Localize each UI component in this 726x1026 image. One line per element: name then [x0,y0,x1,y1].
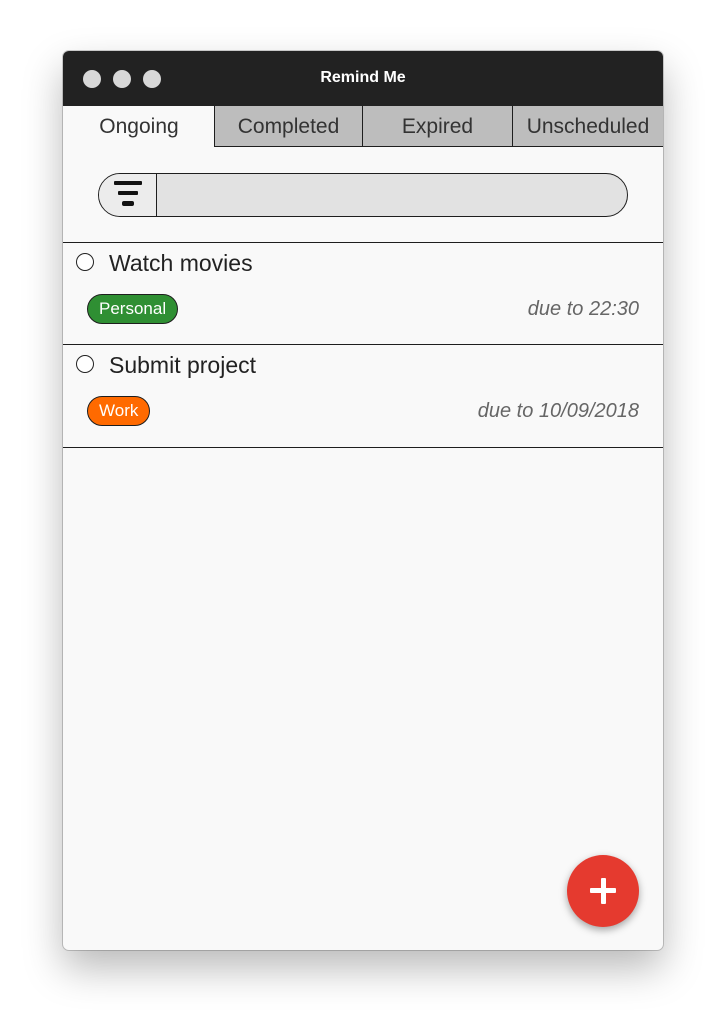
task-item[interactable]: Submit project Work due to 10/09/2018 [63,344,663,448]
tab-bar: Ongoing Completed Expired Unscheduled [63,106,663,148]
category-badge: Work [87,396,151,426]
tab-unscheduled[interactable]: Unscheduled [512,106,663,147]
tab-completed[interactable]: Completed [214,106,363,147]
filter-button[interactable] [99,174,157,216]
due-date: due to 22:30 [527,298,639,320]
due-date: due to 10/09/2018 [477,400,639,422]
app-window: Remind Me Ongoing Completed Expired Unsc… [63,51,663,950]
window-title: Remind Me [320,69,406,86]
search-bar [98,173,628,217]
task-title: Watch movies [109,250,253,276]
search-input[interactable] [159,174,619,216]
tab-expired[interactable]: Expired [362,106,513,147]
category-badge: Personal [87,294,179,324]
complete-task-radio[interactable] [76,355,94,373]
tab-ongoing[interactable]: Ongoing [63,106,215,148]
task-item[interactable]: Watch movies Personal due to 22:30 [63,242,663,344]
complete-task-radio[interactable] [76,253,94,271]
title-bar[interactable]: Remind Me [63,51,663,106]
add-task-button[interactable] [567,855,639,927]
task-title: Submit project [109,352,257,378]
